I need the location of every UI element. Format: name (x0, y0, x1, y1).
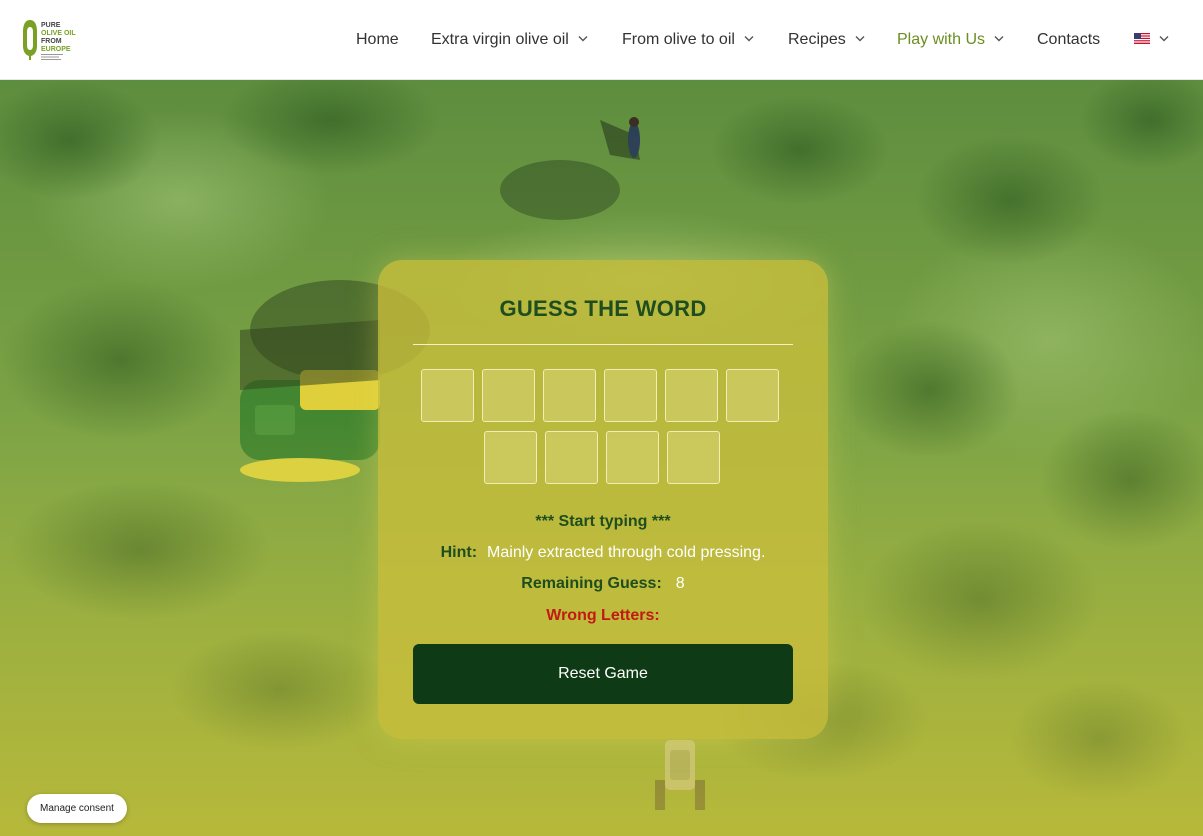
nav-home-label: Home (356, 31, 399, 48)
game-status: *** Start typing *** (535, 513, 671, 530)
logo-line-3: FROM (41, 38, 62, 45)
game-title: GUESS THE WORD (499, 296, 707, 321)
nav-contacts-label: Contacts (1037, 31, 1101, 48)
nav-home[interactable]: Home (356, 29, 399, 51)
site-logo[interactable]: PURE OLIVE OIL FROM EUROPE (22, 18, 78, 62)
nav-from-olive-to-oil-label: From olive to oil (622, 31, 735, 48)
olive-drop-logo-icon: PURE OLIVE OIL FROM EUROPE (23, 20, 76, 60)
remaining-guess-label: Remaining Guess: (521, 575, 662, 592)
nav-recipes[interactable]: Recipes (788, 29, 865, 51)
nav-recipes-label: Recipes (788, 31, 846, 48)
nav-play-with-us[interactable]: Play with Us (897, 29, 1004, 51)
remaining-guess-value: 8 (675, 575, 685, 592)
letter-tile-5[interactable] (665, 369, 718, 422)
logo-line-4: EUROPE (41, 46, 71, 53)
letter-tile-9[interactable] (606, 431, 659, 484)
wrong-letters-row: Wrong Letters: (378, 606, 828, 626)
language-switcher[interactable] (1134, 29, 1169, 51)
guess-the-word-game: GUESS THE WORD *** Start typing *** Hint… (378, 260, 828, 739)
letter-tile-4[interactable] (604, 369, 657, 422)
logo-line-1: PURE (41, 22, 61, 29)
letter-tile-6[interactable] (726, 369, 779, 422)
wrong-letters-label: Wrong Letters: (546, 607, 660, 624)
manage-consent-button[interactable]: Manage consent (27, 794, 127, 823)
letter-tile-7[interactable] (484, 431, 537, 484)
logo-line-2: OLIVE OIL (41, 30, 76, 37)
nav-extra-virgin-olive-oil-label: Extra virgin olive oil (431, 31, 569, 48)
title-divider (413, 344, 793, 345)
main-nav: Home Extra virgin olive oil From olive t… (356, 0, 1203, 79)
letter-tile-2[interactable] (482, 369, 535, 422)
chevron-down-icon (744, 36, 754, 42)
nav-contacts[interactable]: Contacts (1037, 29, 1100, 51)
site-header: PURE OLIVE OIL FROM EUROPE Home Extra vi… (0, 0, 1203, 80)
chevron-down-icon (578, 36, 588, 42)
chevron-down-icon (1159, 36, 1169, 42)
chevron-down-icon (994, 36, 1004, 42)
letter-tile-10[interactable] (667, 431, 720, 484)
hint-text: Mainly extracted through cold pressing. (487, 544, 766, 561)
reset-game-button[interactable]: Reset Game (413, 644, 793, 704)
letter-tile-8[interactable] (545, 431, 598, 484)
hint-label: Hint: (440, 544, 478, 561)
hint-row: Hint: Mainly extracted through cold press… (378, 543, 828, 563)
letter-tile-1[interactable] (421, 369, 474, 422)
chevron-down-icon (855, 36, 865, 42)
nav-play-with-us-label: Play with Us (897, 31, 986, 48)
letter-tile-3[interactable] (543, 369, 596, 422)
nav-from-olive-to-oil[interactable]: From olive to oil (622, 29, 754, 51)
nav-extra-virgin-olive-oil[interactable]: Extra virgin olive oil (431, 29, 588, 51)
remaining-guess-row: Remaining Guess: 8 (378, 574, 828, 594)
us-flag-icon (1134, 32, 1150, 44)
